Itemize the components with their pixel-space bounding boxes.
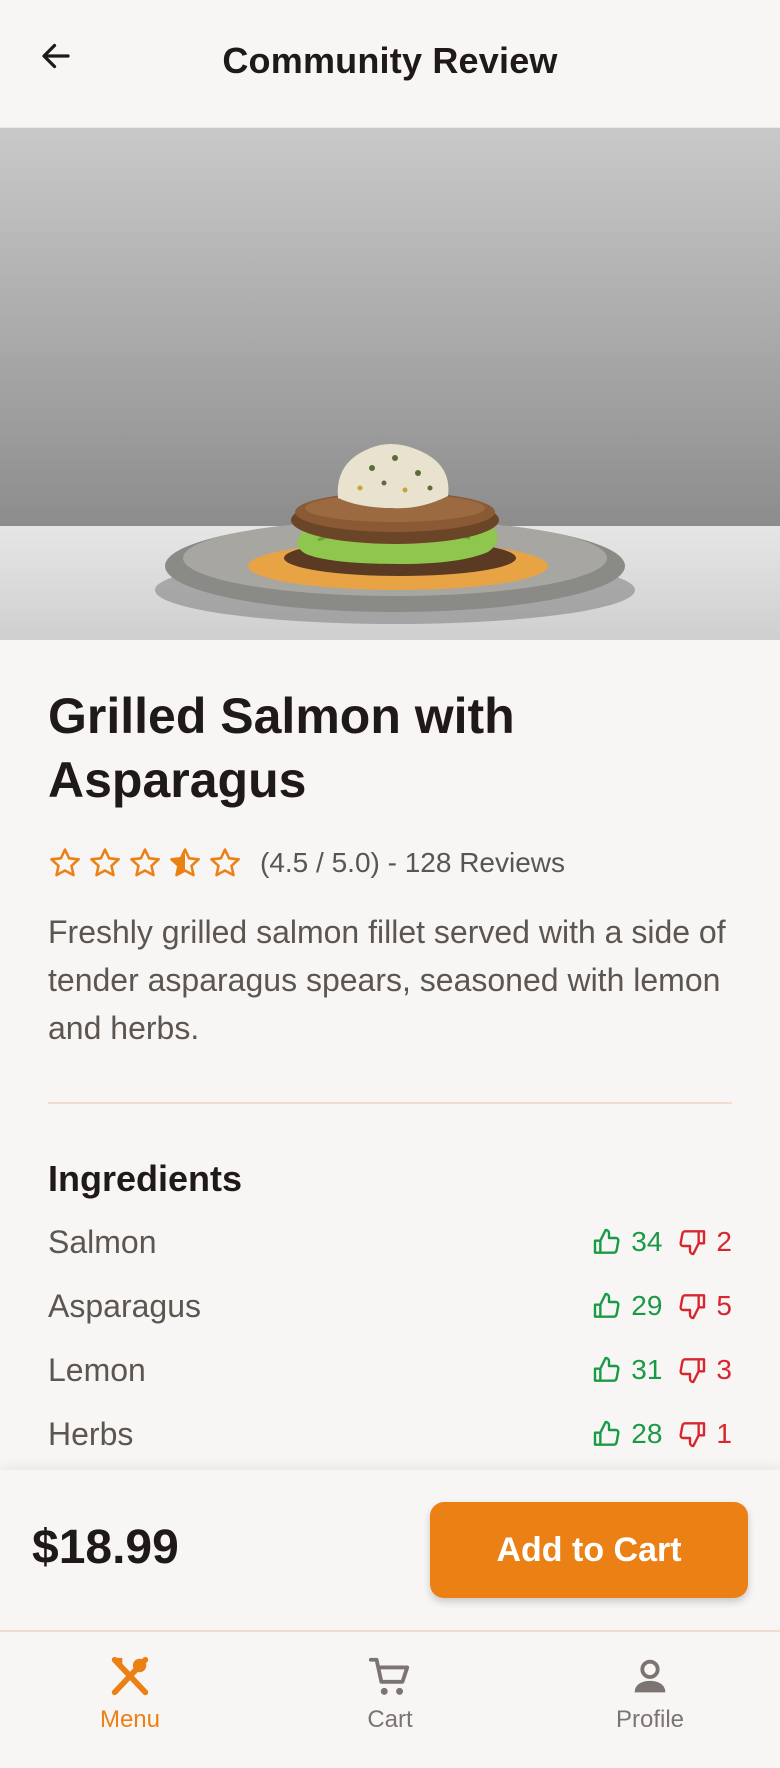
downvote-button[interactable]: 1 [676,1418,732,1450]
bottom-nav: Menu Cart Profile [0,1630,780,1768]
divider [48,1102,732,1104]
ingredient-name: Salmon [48,1223,157,1260]
downvote-count: 3 [716,1354,732,1385]
thumbs-up-icon [594,1356,620,1382]
vote-controls: 28 1 [591,1418,732,1450]
ingredient-row: Lemon 31 3 [48,1338,732,1402]
star-icon [90,848,120,877]
nav-item-cart[interactable]: Cart [260,1632,520,1768]
fork-knife-icon [111,1656,149,1696]
rating-summary: (4.5 / 5.0) - 128 Reviews [260,847,566,878]
star-icon [170,848,200,877]
ingredients-heading: Ingredients [48,1158,243,1199]
nav-item-menu[interactable]: Menu [0,1632,260,1768]
star-icon [130,848,160,877]
ingredient-name: Lemon [48,1351,146,1388]
downvote-count: 2 [716,1226,732,1257]
upvote-button[interactable]: 28 [591,1418,662,1450]
star-icon [210,848,240,877]
cart-icon [368,1657,410,1695]
thumbs-down-icon [679,1294,706,1320]
top-app-bar: Community Review [0,0,780,128]
downvote-button[interactable]: 2 [676,1226,732,1258]
cart-bar: $18.99 Add to Cart [0,1470,780,1630]
person-icon [634,1659,666,1693]
upvote-count: 34 [631,1226,663,1257]
ingredient-row: Salmon 34 2 [48,1210,732,1274]
upvote-button[interactable]: 31 [591,1354,662,1386]
ingredient-row: Herbs 28 1 [48,1402,732,1466]
thumbs-up-icon [594,1292,620,1318]
nav-item-profile[interactable]: Profile [520,1632,780,1768]
vote-controls: 31 3 [591,1354,732,1386]
rating-row: (4.5 / 5.0) - 128 Reviews [48,842,732,884]
star-icon [50,848,80,877]
nav-label: Menu [99,1706,161,1733]
dish-title: Grilled Salmon with Asparagus [48,688,515,808]
star-rating [48,846,242,880]
ingredient-row: Asparagus 29 5 [48,1274,732,1338]
thumbs-up-icon [594,1420,620,1446]
nav-label: Cart [367,1706,413,1733]
dish-details: Grilled Salmon with Asparagus (4.5 / 5.0… [48,640,732,1466]
ingredient-name: Asparagus [48,1287,201,1324]
add-to-cart-button[interactable]: Add to Cart [430,1502,748,1598]
thumbs-down-icon [679,1358,706,1384]
downvote-button[interactable]: 3 [676,1354,732,1386]
upvote-button[interactable]: 34 [591,1226,662,1258]
downvote-button[interactable]: 5 [676,1290,732,1322]
thumbs-down-icon [679,1230,706,1256]
thumbs-up-icon [594,1228,620,1254]
dish-description: Freshly grilled salmon fillet served wit… [48,914,726,1046]
upvote-count: 31 [631,1354,663,1385]
downvote-count: 1 [716,1418,732,1449]
price-label: $18.99 [32,1521,179,1574]
ingredient-name: Herbs [48,1415,134,1452]
ingredient-list: Salmon 34 2 Asparagus 29 5 Lemon 31 3 He… [48,1210,732,1466]
downvote-count: 5 [716,1290,732,1321]
upvote-count: 29 [631,1290,663,1321]
dish-photo [0,128,780,640]
vote-controls: 34 2 [591,1226,732,1258]
page-title: Community Review [222,40,558,81]
upvote-count: 28 [631,1418,663,1449]
thumbs-down-icon [679,1422,706,1448]
upvote-button[interactable]: 29 [591,1290,662,1322]
nav-label: Profile [615,1706,685,1733]
vote-controls: 29 5 [591,1290,732,1322]
